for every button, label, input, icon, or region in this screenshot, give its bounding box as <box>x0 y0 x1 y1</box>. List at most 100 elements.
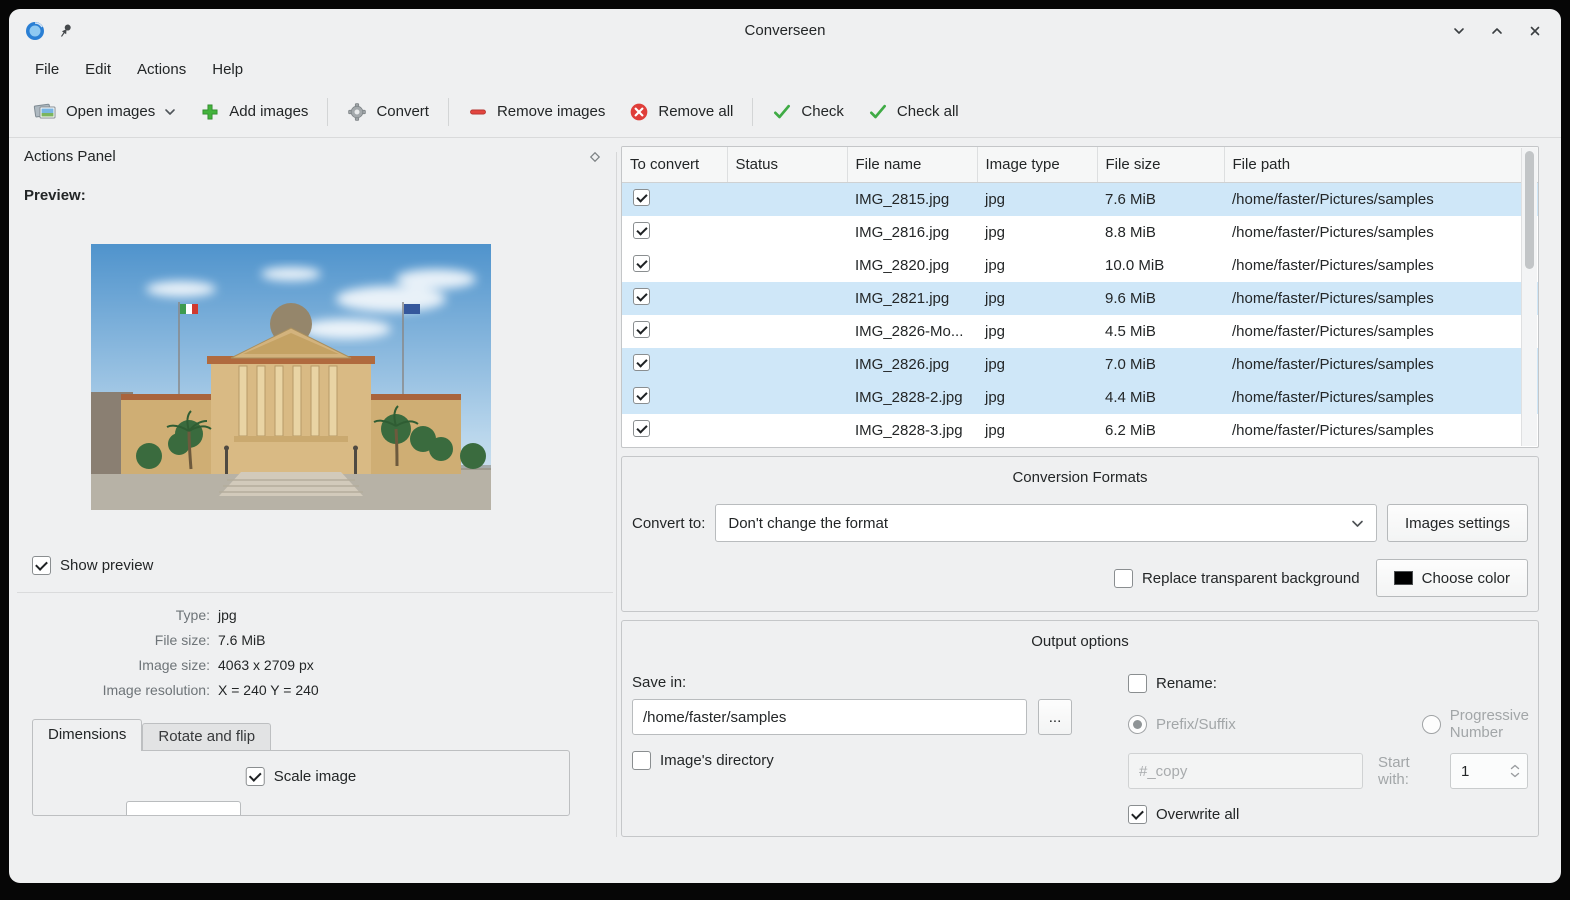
check-button[interactable]: Check <box>760 94 856 130</box>
save-in-input[interactable] <box>632 699 1027 735</box>
images-directory-row[interactable]: Image's directory <box>632 751 1072 770</box>
browse-button[interactable]: ... <box>1038 699 1072 735</box>
menu-help[interactable]: Help <box>200 56 255 83</box>
app-window: Converseen File Edit Actions Help Open i… <box>9 9 1561 883</box>
show-preview-checkbox[interactable] <box>32 556 51 575</box>
rename-row[interactable]: Rename: <box>1128 674 1528 693</box>
table-row[interactable]: IMG_2815.jpgjpg7.6 MiB/home/faster/Pictu… <box>622 183 1538 217</box>
tab-rotate-flip[interactable]: Rotate and flip <box>142 723 271 750</box>
table-row[interactable]: IMG_2828-3.jpgjpg6.2 MiB/home/faster/Pic… <box>622 414 1538 447</box>
menubar: File Edit Actions Help <box>9 52 1561 86</box>
file-path-cell: /home/faster/Pictures/samples <box>1224 249 1538 282</box>
to-convert-checkbox[interactable] <box>633 255 650 272</box>
file-path-cell: /home/faster/Pictures/samples <box>1224 216 1538 249</box>
toolbar-separator <box>448 98 449 126</box>
to-convert-checkbox[interactable] <box>633 321 650 338</box>
table-scrollbar[interactable] <box>1521 148 1537 446</box>
show-preview-checkbox-row[interactable]: Show preview <box>32 556 613 575</box>
table-scrollbar-thumb[interactable] <box>1525 151 1534 269</box>
images-settings-button[interactable]: Images settings <box>1387 504 1528 542</box>
table-row[interactable]: IMG_2828-2.jpgjpg4.4 MiB/home/faster/Pic… <box>622 381 1538 414</box>
tab-dimensions[interactable]: Dimensions <box>32 719 142 751</box>
table-row[interactable]: IMG_2816.jpgjpg8.8 MiB/home/faster/Pictu… <box>622 216 1538 249</box>
prefix-suffix-radio-row[interactable]: Prefix/Suffix <box>1128 715 1236 734</box>
to-convert-checkbox[interactable] <box>633 387 650 404</box>
overwrite-all-checkbox[interactable] <box>1128 805 1147 824</box>
choose-color-button[interactable]: Choose color <box>1376 559 1528 597</box>
file-size-cell: 6.2 MiB <box>1097 414 1224 447</box>
scale-image-checkbox[interactable] <box>246 767 265 786</box>
convert-to-combobox[interactable]: Don't change the format <box>715 504 1377 542</box>
table-row[interactable]: IMG_2826-Mo...jpg4.5 MiB/home/faster/Pic… <box>622 315 1538 348</box>
progressive-number-radio-row[interactable]: Progressive Number <box>1422 707 1529 741</box>
to-convert-checkbox[interactable] <box>633 420 650 437</box>
rename-checkbox[interactable] <box>1128 674 1147 693</box>
progressive-number-radio[interactable] <box>1422 715 1441 734</box>
info-resolution-value: X = 240 Y = 240 <box>218 682 613 698</box>
convert-to-value: Don't change the format <box>728 515 888 532</box>
column-header[interactable]: Image type <box>977 147 1097 183</box>
overwrite-all-row[interactable]: Overwrite all <box>1128 805 1528 824</box>
overwrite-all-label: Overwrite all <box>1156 806 1239 823</box>
column-header[interactable]: Status <box>727 147 847 183</box>
convert-button[interactable]: Convert <box>335 94 441 130</box>
pin-icon[interactable] <box>59 23 74 39</box>
file-path-cell: /home/faster/Pictures/samples <box>1224 315 1538 348</box>
column-header[interactable]: File name <box>847 147 977 183</box>
replace-transparent-checkbox[interactable] <box>1114 569 1133 588</box>
statusbar <box>9 843 1561 883</box>
start-with-spinner[interactable]: 1 <box>1450 753 1528 789</box>
replace-transparent-row[interactable]: Replace transparent background <box>1114 569 1360 588</box>
check-all-icon <box>868 102 888 122</box>
column-header[interactable]: To convert <box>622 147 727 183</box>
scale-image-label: Scale image <box>274 768 357 785</box>
close-icon[interactable] <box>1525 21 1545 41</box>
add-images-button[interactable]: Add images <box>188 94 320 130</box>
column-header[interactable]: File size <box>1097 147 1224 183</box>
maximize-icon[interactable] <box>1487 21 1507 41</box>
remove-images-button[interactable]: Remove images <box>456 94 617 130</box>
file-name-cell: IMG_2828-3.jpg <box>847 414 977 447</box>
actions-panel-title: Actions Panel <box>24 148 116 165</box>
remove-all-button[interactable]: Remove all <box>617 94 745 130</box>
scale-image-checkbox-row[interactable]: Scale image <box>246 767 357 786</box>
table-row[interactable]: IMG_2820.jpgjpg10.0 MiB/home/faster/Pict… <box>622 249 1538 282</box>
menu-edit[interactable]: Edit <box>73 56 123 83</box>
status-cell <box>727 381 847 414</box>
table-row[interactable]: IMG_2826.jpgjpg7.0 MiB/home/faster/Pictu… <box>622 348 1538 381</box>
table-row[interactable]: IMG_2821.jpgjpg9.6 MiB/home/faster/Pictu… <box>622 282 1538 315</box>
add-images-icon <box>200 102 220 122</box>
check-all-button[interactable]: Check all <box>856 94 971 130</box>
progressive-number-label: Progressive Number <box>1450 707 1529 741</box>
to-convert-checkbox[interactable] <box>633 288 650 305</box>
file-size-cell: 4.5 MiB <box>1097 315 1224 348</box>
prefix-suffix-radio[interactable] <box>1128 715 1147 734</box>
rename-pattern-input[interactable] <box>1128 753 1363 789</box>
image-type-cell: jpg <box>977 216 1097 249</box>
left-tabs: Dimensions Rotate and flip <box>32 719 613 750</box>
menu-file[interactable]: File <box>23 56 71 83</box>
to-convert-checkbox[interactable] <box>633 222 650 239</box>
minimize-icon[interactable] <box>1449 21 1469 41</box>
open-images-icon <box>33 101 57 123</box>
file-name-cell: IMG_2821.jpg <box>847 282 977 315</box>
add-images-label: Add images <box>229 103 308 120</box>
file-table: To convertStatusFile nameImage typeFile … <box>621 146 1539 448</box>
conversion-formats-group: Conversion Formats Convert to: Don't cha… <box>621 456 1539 612</box>
images-directory-checkbox[interactable] <box>632 751 651 770</box>
combobox-chevron-icon <box>1351 519 1364 528</box>
open-images-button[interactable]: Open images <box>21 93 188 131</box>
width-field-cutoff[interactable] <box>126 801 241 816</box>
panel-splitter[interactable] <box>613 138 621 843</box>
file-name-cell: IMG_2816.jpg <box>847 216 977 249</box>
spinner-arrows-icon[interactable] <box>1510 764 1520 778</box>
to-convert-checkbox[interactable] <box>633 354 650 371</box>
to-convert-checkbox[interactable] <box>633 189 650 206</box>
menu-actions[interactable]: Actions <box>125 56 198 83</box>
open-images-chevron-icon <box>164 108 176 116</box>
column-header[interactable]: File path <box>1224 147 1538 183</box>
toolbar-separator <box>327 98 328 126</box>
remove-images-label: Remove images <box>497 103 605 120</box>
status-cell <box>727 315 847 348</box>
float-panel-icon[interactable] <box>589 151 601 163</box>
